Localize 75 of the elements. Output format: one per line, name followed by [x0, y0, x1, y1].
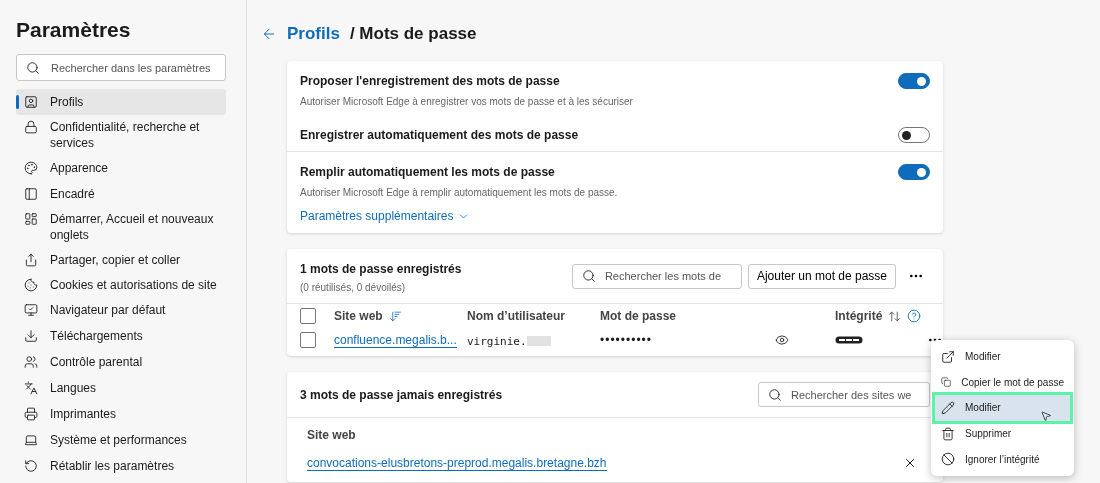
- site-link[interactable]: confluence.megalis.b...: [334, 332, 457, 348]
- more-settings-link[interactable]: Paramètres supplémentaires: [300, 209, 471, 223]
- site-link[interactable]: convocations-elusbretons-preprod.megalis.bretagne.bzh: [307, 455, 607, 471]
- sort-icon: [888, 309, 902, 323]
- menu-item[interactable]: Modifier: [935, 395, 1070, 421]
- external-link-icon: [941, 349, 955, 364]
- setting-label: Enregistrer automatiquement des mots de passe: [300, 128, 579, 142]
- sidebar-item[interactable]: Encadré: [16, 181, 226, 207]
- eye-icon: [775, 333, 789, 347]
- breadcrumb-link[interactable]: Profils: [287, 24, 340, 44]
- username-text: virginie.: [467, 335, 527, 348]
- setting-description: Autoriser Microsoft Edge à remplir automatiquement les mots de passe.: [300, 187, 619, 198]
- add-password-button[interactable]: Ajouter un mot de passe: [747, 263, 896, 289]
- search-field[interactable]: Rechercher les mots de: [571, 263, 742, 289]
- printer-icon: [24, 407, 38, 421]
- language-icon: [24, 381, 38, 395]
- setting-description: Autoriser Microsoft Edge à enregistrer vos mots de passe et à les sécuriser: [300, 96, 634, 107]
- redaction-block: [526, 335, 551, 346]
- laptop-icon: [24, 433, 38, 447]
- search-field[interactable]: Rechercher dans les paramètres: [16, 54, 226, 81]
- reset-icon: [24, 459, 38, 473]
- section-title: 3 mots de passe jamais enregistrés: [300, 387, 503, 402]
- section-title: 1 mots de passe enregistrés: [300, 262, 462, 276]
- section-subtitle: (0 réutilisés, 0 dévoilés): [300, 282, 407, 293]
- help-icon: [907, 309, 922, 323]
- sidebar-item[interactable]: Système et performances: [16, 427, 226, 453]
- setting-label: Proposer l'enregistrement des mots de passe: [300, 74, 560, 88]
- password-text: ••••••••••: [600, 333, 653, 347]
- toggle-switch[interactable]: [898, 127, 930, 143]
- sidebar-item[interactable]: Rétablir les paramètres: [16, 453, 226, 479]
- sidebar-title: Paramètres: [16, 18, 132, 42]
- sidebar-item[interactable]: Contrôle parental: [16, 349, 226, 375]
- sidebar-item[interactable]: Langues: [16, 375, 226, 401]
- cursor-icon: [1040, 410, 1052, 422]
- people-icon: [24, 355, 38, 369]
- menu-item[interactable]: Copier le mot de passe: [935, 369, 1070, 396]
- sidebar-item[interactable]: Démarrer, Accueil et nouveaux onglets: [16, 207, 226, 247]
- close-icon: [903, 456, 917, 470]
- back-icon[interactable]: [261, 26, 277, 42]
- toggle-switch[interactable]: [898, 164, 930, 180]
- sidebar-item[interactable]: Imprimantes: [16, 401, 226, 427]
- sidebar-item[interactable]: Téléchargements: [16, 323, 226, 349]
- sort-icon: [388, 309, 402, 323]
- copy-icon: [941, 375, 952, 390]
- share-icon: [24, 253, 38, 267]
- page-title: / Mots de passe: [349, 24, 477, 44]
- column-header: Site web: [307, 428, 357, 442]
- checkbox[interactable]: [300, 332, 316, 348]
- column-header: Nom d’utilisateur: [467, 309, 566, 323]
- sidebar-item[interactable]: Navigateur par défaut: [16, 297, 226, 323]
- sidebar-item[interactable]: Cookies et autorisations de site: [16, 273, 226, 297]
- search-field[interactable]: Rechercher des sites we: [758, 382, 930, 407]
- lock-icon: [24, 120, 38, 134]
- cookie-icon: [24, 278, 38, 292]
- sidebar-item[interactable]: Apparence: [16, 155, 226, 181]
- panel-icon: [24, 187, 38, 201]
- download-icon: [24, 329, 38, 343]
- palette-icon: [24, 161, 38, 175]
- setting-label: Remplir automatiquement les mots de passe: [300, 165, 555, 179]
- blocked-icon: [941, 452, 955, 467]
- trash-icon: [941, 426, 955, 441]
- sidebar-item[interactable]: Confidentialité, recherche et services: [16, 115, 226, 155]
- column-header[interactable]: Site web: [334, 309, 467, 323]
- profile-icon: [24, 95, 38, 109]
- strength-meter-icon: [835, 336, 863, 344]
- menu-item[interactable]: Supprimer: [935, 420, 1070, 447]
- toggle-switch[interactable]: [898, 73, 930, 89]
- sidebar-item[interactable]: Partager, copier et coller: [16, 247, 226, 273]
- pencil-icon: [941, 401, 955, 415]
- column-header: Mot de passe: [600, 309, 678, 323]
- column-header[interactable]: Intégrité: [835, 309, 922, 323]
- sidebar-item[interactable]: Profils: [16, 89, 226, 115]
- menu-item[interactable]: Modifier: [935, 344, 1070, 370]
- menu-item[interactable]: Ignorer l’intégrité: [935, 446, 1070, 472]
- checkbox[interactable]: [300, 308, 316, 324]
